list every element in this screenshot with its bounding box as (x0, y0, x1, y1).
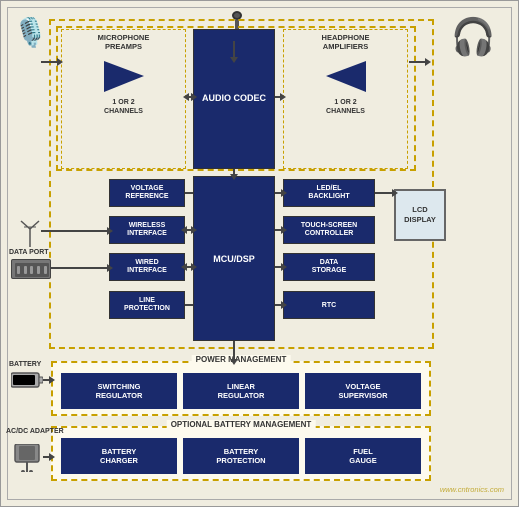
lcd-display-label: LCD DISPLAY (396, 205, 444, 225)
mic-amp-symbol (99, 59, 149, 94)
stethoscope-icon: 🎧 (451, 16, 496, 58)
jack-codec-arrow (233, 41, 235, 59)
rtc-label: RTC (322, 302, 336, 309)
wired-arrow (185, 266, 193, 268)
voltage-ref-arrow (185, 192, 193, 194)
lcd-display-block: LCD DISPLAY (394, 189, 446, 241)
acdc-label: AC/DC ADAPTER (6, 428, 64, 436)
preamp-codec-bidir (187, 96, 193, 98)
switching-reg-block: SWITCHINGREGULATOR (61, 373, 177, 409)
power-mgmt-label: POWER MANAGEMENT (192, 355, 291, 364)
headphone-arrow (409, 61, 427, 63)
wireless-interface-label: WIRELESSINTERFACE (127, 222, 167, 239)
battery-icon (11, 371, 43, 391)
wireless-arrow (185, 229, 193, 231)
touch-arrow (275, 229, 283, 231)
mcu-power-arrow (233, 341, 235, 361)
headphone-amp-symbol (321, 59, 371, 94)
wired-interface-block: WIREDINTERFACE (109, 253, 185, 281)
codec-mcu-arrow (233, 169, 235, 176)
wireless-interface-block: WIRELESSINTERFACE (109, 216, 185, 244)
audio-codec-label: AUDIO CODEC (202, 93, 266, 105)
battery-mgmt-label: OPTIONAL BATTERY MANAGEMENT (167, 420, 316, 429)
line-prot-arrow (185, 304, 193, 306)
headphone-label: HEADPHONE AMPLIFIERS (284, 30, 407, 51)
mic-preamps-label: MICROPHONE PREAMPS (62, 30, 185, 51)
data-port-label: DATA PORT (9, 249, 49, 257)
led-backlight-block: LED/ELBACKLIGHT (283, 179, 375, 207)
led-lcd-arrow (375, 192, 394, 194)
led-backlight-label: LED/ELBACKLIGHT (308, 185, 349, 202)
mcu-dsp-label: MCU/DSP (213, 254, 255, 264)
antenna-wireless-arrow (41, 230, 109, 232)
voltage-supervisor-block: VOLTAGESUPERVISOR (305, 373, 421, 409)
rtc-arrow (275, 304, 283, 306)
fuel-gauge-block: FUELGAUGE (305, 438, 421, 474)
data-storage-label: DATASTORAGE (312, 259, 347, 276)
headphone-section: HEADPHONE AMPLIFIERS 1 OR 2CHANNELS (283, 29, 408, 169)
codec-head-arrow (275, 96, 282, 98)
rtc-block: RTC (283, 291, 375, 319)
diagram-container: AUDIO JACK MICROPHONE PREAMPS 1 OR 2CHAN… (0, 0, 519, 507)
power-mgmt-outer: POWER MANAGEMENT SWITCHINGREGULATOR LINE… (51, 361, 431, 416)
acdc-battery-arrow (43, 456, 51, 458)
line-protection-block: LINEPROTECTION (109, 291, 185, 319)
battery-protection-block: BATTERYPROTECTION (183, 438, 299, 474)
mic-arrow (41, 61, 59, 63)
touch-screen-label: TOUCH-SCREENCONTROLLER (301, 222, 357, 239)
microphone-icon: 🎙️ (13, 16, 48, 49)
battery-power-arrow (43, 379, 51, 381)
mic-preamps-section: MICROPHONE PREAMPS 1 OR 2CHANNELS (61, 29, 186, 169)
voltage-ref-label: VOLTAGEREFERENCE (125, 185, 168, 202)
acdc-icon (11, 444, 43, 474)
data-port-connector (11, 259, 51, 279)
battery-mgmt-outer: OPTIONAL BATTERY MANAGEMENT BATTERYCHARG… (51, 426, 431, 481)
mcu-dsp-block: MCU/DSP (193, 176, 275, 341)
data-port-arrow (51, 267, 109, 269)
power-mgmt-blocks: SWITCHINGREGULATOR LINEARREGULATOR VOLTA… (53, 363, 429, 414)
linear-reg-block: LINEARREGULATOR (183, 373, 299, 409)
touch-screen-block: TOUCH-SCREENCONTROLLER (283, 216, 375, 244)
line-protection-label: LINEPROTECTION (124, 297, 170, 314)
antenna-icon (19, 219, 41, 249)
voltage-ref-block: VOLTAGEREFERENCE (109, 179, 185, 207)
storage-arrow (275, 266, 283, 268)
data-storage-block: DATASTORAGE (283, 253, 375, 281)
watermark: www.cntronics.com (440, 485, 504, 494)
wired-interface-label: WIREDINTERFACE (127, 259, 167, 276)
battery-mgmt-blocks: BATTERYCHARGER BATTERYPROTECTION FUELGAU… (53, 428, 429, 479)
mic-channels-label: 1 OR 2CHANNELS (62, 98, 185, 116)
battery-charger-block: BATTERYCHARGER (61, 438, 177, 474)
led-arrow (275, 192, 283, 194)
headphone-channels-label: 1 OR 2CHANNELS (284, 98, 407, 116)
battery-label: BATTERY (9, 361, 41, 368)
